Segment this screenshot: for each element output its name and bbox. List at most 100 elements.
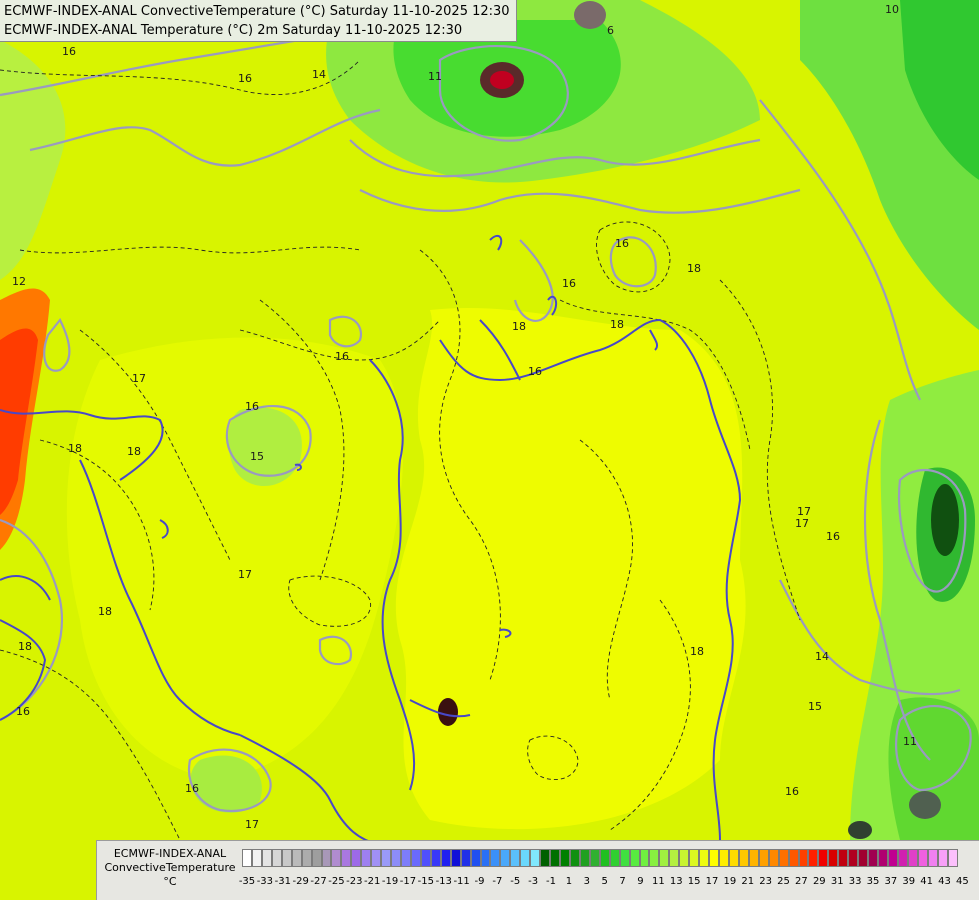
legend-tick-label: -7 bbox=[492, 876, 503, 887]
legend-swatch bbox=[828, 849, 839, 867]
weather-map[interactable]: 161416 1161012171618 1816181816151718 18161… bbox=[0, 0, 979, 900]
legend-title-line-3: °C bbox=[163, 875, 177, 888]
contour-label: 10 bbox=[885, 3, 899, 16]
legend-swatch bbox=[271, 849, 282, 867]
legend-swatch bbox=[351, 849, 362, 867]
legend-tick-label: -23 bbox=[346, 876, 363, 887]
legend-swatch bbox=[709, 849, 719, 867]
contour-label: 16 bbox=[785, 785, 799, 798]
legend-tick-label: 15 bbox=[687, 876, 701, 887]
legend-swatch bbox=[848, 849, 859, 867]
legend-tick-label: 5 bbox=[601, 876, 608, 887]
legend-tick-label: 33 bbox=[848, 876, 862, 887]
legend-swatch bbox=[649, 849, 660, 867]
legend-swatch bbox=[391, 849, 401, 867]
contour-label: 16 bbox=[16, 705, 30, 718]
legend-swatch bbox=[917, 849, 928, 867]
legend-swatch bbox=[281, 849, 292, 867]
contour-label: 15 bbox=[808, 700, 822, 713]
contour-label: 17 bbox=[797, 505, 811, 518]
legend-swatch bbox=[550, 849, 560, 867]
contour-label: 18 bbox=[127, 445, 141, 458]
legend-swatch bbox=[520, 849, 531, 867]
legend-tick-label: -29 bbox=[292, 876, 309, 887]
legend-tick-label: 11 bbox=[651, 876, 665, 887]
legend-tick-label: 9 bbox=[637, 876, 644, 887]
legend-swatch bbox=[371, 849, 382, 867]
legend-swatch bbox=[748, 849, 759, 867]
legend-swatch bbox=[470, 849, 481, 867]
legend-tick-label: -19 bbox=[381, 876, 399, 887]
legend-swatch bbox=[758, 849, 769, 867]
legend-swatch bbox=[719, 849, 729, 867]
legend-title-line-2: ConvectiveTemperature bbox=[104, 861, 236, 874]
legend-swatch bbox=[242, 849, 252, 867]
legend-ticks: -35 -33 -31 -29 -27 -25 -23 -21 -19 -17 -15 -13 -11-… bbox=[237, 876, 977, 890]
cool-spot-west-1 bbox=[228, 407, 302, 487]
legend-swatch bbox=[440, 849, 451, 867]
legend-swatch bbox=[927, 849, 938, 867]
legend-swatch bbox=[341, 849, 352, 867]
legend-swatch bbox=[619, 849, 630, 867]
color-legend: ECMWF-INDEX-ANAL ConvectiveTemperature °… bbox=[96, 840, 979, 900]
legend-swatch bbox=[629, 849, 640, 867]
legend-tick-label: 43 bbox=[938, 876, 951, 887]
legend-tick-label: -31 bbox=[274, 876, 291, 887]
warm-region bbox=[395, 307, 746, 830]
legend-swatch bbox=[301, 849, 312, 867]
legend-swatch bbox=[858, 849, 869, 867]
legend-tick-label: 7 bbox=[619, 876, 626, 887]
legend-swatch bbox=[788, 849, 799, 867]
legend-swatch bbox=[490, 849, 501, 867]
legend-swatch bbox=[331, 849, 342, 867]
legend-tick-label: 13 bbox=[669, 876, 683, 887]
legend-swatch bbox=[261, 849, 272, 867]
legend-tick-label: 35 bbox=[866, 876, 880, 887]
legend-tick-label: -33 bbox=[256, 876, 274, 887]
contour-label: 14 bbox=[312, 68, 326, 81]
legend-tick-label: -5 bbox=[510, 876, 521, 887]
anomaly-spot-north-inner bbox=[490, 71, 514, 89]
legend-tick-label: 23 bbox=[759, 876, 773, 887]
legend-swatch bbox=[669, 849, 680, 867]
legend-swatch bbox=[381, 849, 392, 867]
legend-swatch bbox=[291, 849, 302, 867]
contour-label: 16 bbox=[245, 400, 259, 413]
contour-label: 15 bbox=[250, 450, 264, 463]
map-header: ECMWF-INDEX-ANAL ConvectiveTemperature (… bbox=[0, 0, 517, 42]
legend-swatch bbox=[878, 849, 888, 867]
contour-label: 16 bbox=[826, 530, 840, 543]
anomaly-spot-top bbox=[574, 1, 606, 29]
legend-tick-label: 25 bbox=[777, 876, 790, 887]
legend-swatch bbox=[947, 849, 958, 867]
legend-swatch bbox=[420, 849, 431, 867]
contour-label: 16 bbox=[562, 277, 576, 290]
legend-swatch bbox=[430, 849, 441, 867]
legend-swatch bbox=[540, 849, 551, 867]
legend-tick-label: 41 bbox=[920, 876, 933, 887]
legend-swatch bbox=[321, 849, 332, 867]
legend-swatch bbox=[868, 849, 878, 867]
legend-swatch bbox=[728, 849, 739, 867]
legend-tick-label: 1 bbox=[565, 876, 573, 887]
legend-swatch bbox=[907, 849, 918, 867]
contour-label: 18 bbox=[687, 262, 701, 275]
contour-label: 18 bbox=[98, 605, 112, 618]
contour-label: 16 bbox=[62, 45, 76, 58]
header-line-2: ECMWF-INDEX-ANAL Temperature (°C) 2m Sat… bbox=[4, 23, 463, 38]
contour-label: 18 bbox=[18, 640, 32, 653]
legend-swatch bbox=[251, 849, 262, 867]
contour-label: 16 bbox=[615, 237, 629, 250]
legend-swatch bbox=[361, 849, 372, 867]
legend-swatch bbox=[798, 849, 809, 867]
legend-swatch bbox=[659, 849, 670, 867]
legend-swatch bbox=[530, 849, 541, 867]
legend-tick-label: -1 bbox=[546, 876, 557, 887]
legend-tick-label: 45 bbox=[956, 876, 969, 887]
legend-swatch bbox=[609, 849, 620, 867]
legend-tick-label: -13 bbox=[435, 876, 452, 887]
legend-swatch bbox=[410, 849, 421, 867]
contour-label: 16 bbox=[335, 350, 349, 363]
legend-swatch bbox=[768, 849, 779, 867]
legend-swatch bbox=[311, 849, 322, 867]
